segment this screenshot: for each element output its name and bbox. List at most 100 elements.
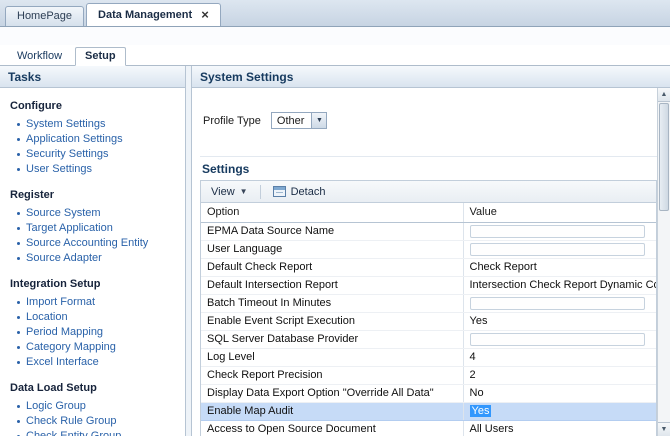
value-input[interactable]: [469, 296, 645, 310]
value-text: All Users: [469, 423, 514, 435]
table-row[interactable]: Default Check Report Check Report: [201, 258, 656, 277]
option-cell: EPMA Data Source Name: [201, 222, 463, 241]
option-cell: Default Check Report: [201, 258, 463, 277]
value-cell[interactable]: 4: [462, 348, 656, 367]
table-row[interactable]: Access to Open Source Document All Users: [201, 420, 656, 436]
bullet-icon: [17, 241, 20, 245]
toolbar-separator: [259, 184, 261, 199]
value-cell[interactable]: Intersection Check Report Dynamic Column…: [462, 276, 656, 295]
settings-grid: View ▼ Detach Option Value EPMA Data Sou…: [200, 180, 657, 436]
sidebar-item-excel-interface[interactable]: Excel Interface: [17, 355, 179, 369]
sidebar-item-source-adapter[interactable]: Source Adapter: [17, 251, 179, 265]
settings-table: Option Value EPMA Data Source Name User La…: [201, 203, 656, 436]
sidebar-item-import-format[interactable]: Import Format: [17, 295, 179, 309]
sidebar-item-location[interactable]: Location: [17, 310, 179, 324]
close-icon[interactable]: ×: [201, 8, 209, 21]
value-cell[interactable]: Check Report: [462, 258, 656, 277]
table-row[interactable]: Enable Event Script Execution Yes: [201, 312, 656, 331]
value-cell[interactable]: Yes: [462, 312, 656, 331]
option-cell: Access to Open Source Document: [201, 420, 463, 436]
sidebar-item-application-settings[interactable]: Application Settings: [17, 132, 179, 146]
tasks-panel-header: Tasks: [0, 66, 185, 88]
detach-icon: [272, 186, 286, 197]
content-area: Tasks Configure System Settings Applicatio…: [0, 66, 670, 436]
profile-type-select[interactable]: Other ▼: [270, 112, 328, 129]
tab-label: Data Management: [98, 8, 193, 21]
value-text: 4: [469, 351, 476, 363]
bullet-icon: [17, 226, 20, 230]
table-row[interactable]: Display Data Export Option "Override All…: [201, 384, 656, 403]
scroll-up-button[interactable]: ▲: [658, 88, 670, 102]
sidebar-link: Check Entity Group: [26, 430, 122, 436]
sidebar-link: Check Rule Group: [26, 415, 117, 427]
tab-workflow[interactable]: Workflow: [8, 48, 71, 65]
value-text: Yes: [469, 315, 488, 327]
sidebar-item-category-mapping[interactable]: Category Mapping: [17, 340, 179, 354]
value-input[interactable]: [469, 224, 645, 238]
tasks-panel: Tasks Configure System Settings Applicatio…: [0, 66, 186, 436]
table-row[interactable]: Enable Map Audit Yes: [201, 402, 656, 421]
nav-list-integration-setup: Import Format Location Period Mapping Categ…: [10, 295, 179, 369]
value-cell[interactable]: [462, 240, 656, 259]
option-cell: Enable Event Script Execution: [201, 312, 463, 331]
bullet-icon: [17, 404, 20, 408]
table-row[interactable]: Check Report Precision 2: [201, 366, 656, 385]
sidebar-item-check-rule-group[interactable]: Check Rule Group: [17, 414, 179, 428]
sidebar-item-check-entity-group[interactable]: Check Entity Group: [17, 429, 179, 436]
value-input[interactable]: [469, 242, 645, 256]
subtab-bar: Workflow Setup: [0, 45, 670, 66]
chevron-down-icon: ▼: [239, 187, 248, 196]
sidebar-item-target-application[interactable]: Target Application: [17, 221, 179, 235]
nav-list-register: Source System Target Application Source Ac…: [10, 206, 179, 265]
sidebar-item-source-accounting-entity[interactable]: Source Accounting Entity: [17, 236, 179, 250]
value-text: Yes: [469, 405, 492, 417]
table-row[interactable]: Batch Timeout In Minutes: [201, 294, 656, 313]
window-tab-data-management[interactable]: Data Management ×: [86, 3, 221, 26]
scrollbar-thumb[interactable]: [659, 103, 669, 211]
column-header-option[interactable]: Option: [201, 203, 463, 223]
scroll-down-button[interactable]: ▼: [658, 422, 670, 436]
sidebar-item-user-settings[interactable]: User Settings: [17, 162, 179, 176]
section-title-data-load-setup: Data Load Setup: [10, 382, 97, 394]
sidebar-item-source-system[interactable]: Source System: [17, 206, 179, 220]
tab-label: HomePage: [17, 10, 73, 22]
section-title-configure: Configure: [10, 100, 62, 112]
option-cell: User Language: [201, 240, 463, 259]
sidebar-item-security-settings[interactable]: Security Settings: [17, 147, 179, 161]
bullet-icon: [17, 360, 20, 364]
view-menu-button[interactable]: View ▼: [207, 184, 252, 200]
sidebar-item-period-mapping[interactable]: Period Mapping: [17, 325, 179, 339]
window-tab-bar: HomePage Data Management ×: [0, 0, 670, 27]
detach-button[interactable]: Detach: [269, 184, 330, 200]
option-cell: Display Data Export Option "Override All…: [201, 384, 463, 403]
value-text: No: [469, 387, 484, 399]
value-input[interactable]: [469, 332, 645, 346]
window-tab-homepage[interactable]: HomePage: [5, 6, 85, 26]
table-row[interactable]: User Language: [201, 240, 656, 259]
value-cell[interactable]: [462, 294, 656, 313]
chevron-down-icon[interactable]: ▼: [311, 113, 327, 128]
value-cell[interactable]: [462, 222, 656, 241]
sidebar-link: Location: [26, 311, 68, 323]
value-cell[interactable]: Yes: [462, 402, 656, 421]
table-row[interactable]: Default Intersection Report Intersection …: [201, 276, 656, 295]
bullet-icon: [17, 315, 20, 319]
table-row[interactable]: Log Level 4: [201, 348, 656, 367]
sidebar-item-system-settings[interactable]: System Settings: [17, 117, 179, 131]
table-row[interactable]: SQL Server Database Provider: [201, 330, 656, 349]
nav-list-data-load-setup: Logic Group Check Rule Group Check Entity …: [10, 399, 179, 436]
bullet-icon: [17, 167, 20, 171]
table-row[interactable]: EPMA Data Source Name: [201, 222, 656, 241]
value-cell[interactable]: [462, 330, 656, 349]
value-cell[interactable]: All Users: [462, 420, 656, 436]
value-cell[interactable]: No: [462, 384, 656, 403]
profile-type-row: Profile Type Other ▼: [203, 112, 657, 129]
tab-setup[interactable]: Setup: [75, 47, 126, 66]
value-cell[interactable]: 2: [462, 366, 656, 385]
bullet-icon: [17, 137, 20, 141]
column-header-value[interactable]: Value: [462, 203, 656, 223]
sidebar-item-logic-group[interactable]: Logic Group: [17, 399, 179, 413]
vertical-scrollbar[interactable]: ▲ ▼: [657, 88, 670, 436]
value-text: Check Report: [469, 261, 537, 273]
sidebar-link: Period Mapping: [26, 326, 104, 338]
